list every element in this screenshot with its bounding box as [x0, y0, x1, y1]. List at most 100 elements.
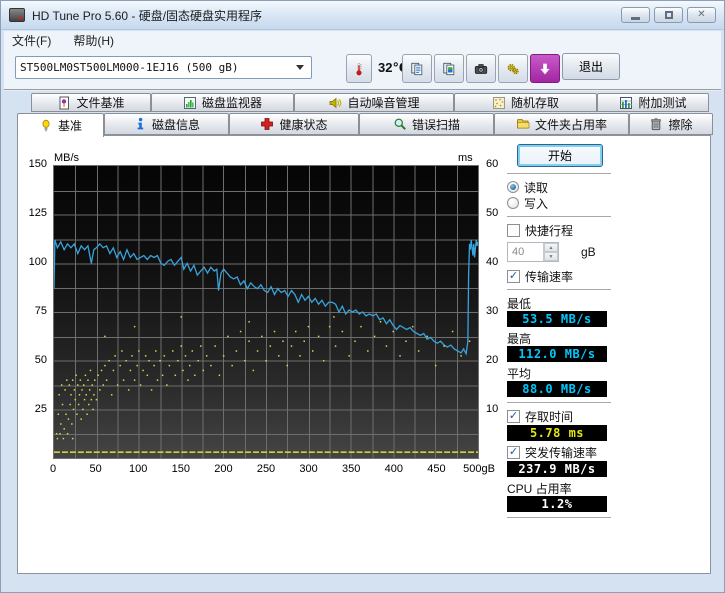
tab-error-scan[interactable]: 错误扫描	[359, 113, 494, 135]
app-icon	[9, 8, 25, 22]
tab-disk-info[interactable]: 磁盘信息	[104, 113, 229, 135]
tab-file-benchmark[interactable]: 文件基准	[31, 93, 151, 112]
tab-label: 文件基准	[76, 94, 124, 111]
x-axis-ticks: 050100150200250300350400450500gB	[53, 463, 479, 477]
window-title: HD Tune Pro 5.60 - 硬盘/固态硬盘实用程序	[32, 7, 262, 24]
window-controls: ✕	[621, 7, 716, 23]
axis-tick-label: 50	[486, 207, 498, 219]
dropdown-arrow-icon	[296, 65, 304, 70]
axis-tick-label: 350	[342, 463, 360, 475]
write-radio[interactable]: 写入	[507, 195, 617, 211]
burst-rate-checkbox[interactable]: ✓ 突发传输速率	[507, 444, 617, 460]
benchmark-bulb-icon	[39, 119, 53, 133]
separator	[507, 173, 611, 174]
axis-tick-label: 60	[486, 158, 498, 170]
checkbox-checked-icon: ✓	[507, 446, 520, 459]
short-stroke-label: 快捷行程	[525, 222, 573, 239]
cpu-usage-display: 1.2%	[507, 496, 607, 512]
axis-tick-label: 200	[214, 463, 232, 475]
drive-select[interactable]: ST500LM0ST500LM000-1EJ16 (500 gB)	[15, 56, 312, 79]
file-benchmark-icon	[57, 96, 71, 110]
screenshot-icon	[474, 62, 488, 76]
exit-button[interactable]: 退出	[562, 53, 620, 80]
read-radio[interactable]: 读取	[507, 179, 617, 195]
transfer-rate-checkbox[interactable]: ✓ 传输速率	[507, 268, 617, 284]
axis-tick-label: 75	[35, 305, 47, 317]
read-radio-label: 读取	[524, 179, 548, 196]
tab-label: 文件夹占用率	[535, 116, 607, 133]
tab-benchmark[interactable]: 基准	[17, 113, 104, 137]
tab-label: 错误扫描	[412, 116, 460, 133]
checkbox-checked-icon: ✓	[507, 270, 520, 283]
close-button[interactable]: ✕	[687, 7, 716, 23]
copy-text-button[interactable]	[402, 54, 432, 83]
tab-aam[interactable]: 自动噪音管理	[294, 93, 454, 112]
restore-icon	[665, 11, 673, 19]
magnifier-icon	[393, 117, 407, 131]
options-icon	[506, 62, 520, 76]
stroke-size-input[interactable]: 40 ▲ ▼	[507, 242, 559, 262]
options-button[interactable]	[498, 54, 528, 83]
access-time-display: 5.78 ms	[507, 425, 607, 441]
checkbox-checked-icon: ✓	[507, 410, 520, 423]
folder-icon	[516, 117, 530, 131]
screenshot-button[interactable]	[466, 54, 496, 83]
update-button[interactable]	[530, 54, 560, 83]
minimize-button[interactable]	[621, 7, 650, 23]
tab-label: 自动噪音管理	[347, 94, 419, 111]
min-speed-display: 53.5 MB/s	[507, 311, 607, 327]
axis-tick-label: 50	[89, 463, 101, 475]
toolbar-buttons	[402, 54, 560, 83]
axis-tick-label: 100	[29, 256, 47, 268]
access-time-checkbox[interactable]: ✓ 存取时间	[507, 408, 617, 424]
left-axis-ticks: 150125100755025	[18, 165, 49, 459]
axis-tick-label: 40	[486, 256, 498, 268]
copy-image-icon	[442, 62, 456, 76]
tab-extra-tests[interactable]: 附加测试	[597, 93, 709, 112]
transfer-rate-label: 传输速率	[525, 268, 573, 285]
disk-monitor-icon	[183, 96, 197, 110]
title-bar: HD Tune Pro 5.60 - 硬盘/固态硬盘实用程序 ✕	[1, 1, 724, 30]
access-time-label: 存取时间	[525, 408, 573, 425]
tab-health[interactable]: 健康状态	[229, 113, 359, 135]
app-window: HD Tune Pro 5.60 - 硬盘/固态硬盘实用程序 ✕ 文件(F) 帮…	[0, 0, 725, 593]
radio-unselected-icon	[507, 197, 519, 209]
info-icon	[133, 117, 147, 131]
tab-disk-monitor[interactable]: 磁盘监视器	[151, 93, 294, 112]
spinner-up-icon[interactable]: ▲	[544, 243, 558, 252]
drive-select-value: ST500LM0ST500LM000-1EJ16 (500 gB)	[20, 61, 239, 74]
max-speed-display: 112.0 MB/s	[507, 346, 607, 362]
tab-erase[interactable]: 擦除	[629, 113, 713, 135]
tab-label: 健康状态	[279, 116, 327, 133]
tab-label: 附加测试	[638, 94, 686, 111]
benchmark-controls: 开始 读取 写入 快捷行程 40 ▲ ▼	[507, 142, 617, 523]
axis-tick-label: 100	[129, 463, 147, 475]
extra-tests-icon	[619, 96, 633, 110]
axis-tick-label: 30	[486, 305, 498, 317]
temperature-button[interactable]	[346, 54, 372, 83]
tab-strip-bottom: 基准 磁盘信息 健康状态 错误扫描 文件夹占用率 擦除	[4, 113, 721, 135]
health-cross-icon	[260, 117, 274, 131]
axis-tick-label: 250	[257, 463, 275, 475]
spinner-down-icon[interactable]: ▼	[544, 252, 558, 261]
short-stroke-checkbox[interactable]: 快捷行程	[507, 222, 617, 238]
checkbox-unchecked-icon	[507, 224, 520, 237]
tab-folder-usage[interactable]: 文件夹占用率	[494, 113, 629, 135]
speaker-icon	[328, 96, 342, 110]
copy-text-icon	[410, 62, 424, 76]
avg-speed-label: 平均	[507, 365, 617, 380]
menu-file[interactable]: 文件(F)	[12, 32, 51, 49]
menu-help[interactable]: 帮助(H)	[73, 32, 114, 49]
tab-label: 基准	[58, 117, 82, 134]
stroke-size-stepper[interactable]: ▲ ▼	[543, 243, 558, 261]
tab-random-access[interactable]: 随机存取	[454, 93, 597, 112]
restore-button[interactable]	[654, 7, 683, 23]
burst-rate-label: 突发传输速率	[525, 444, 597, 461]
stroke-size-unit: gB	[581, 245, 596, 259]
axis-tick-label: 0	[50, 463, 56, 475]
plot-canvas	[54, 166, 478, 458]
tab-label: 磁盘监视器	[202, 94, 262, 111]
benchmark-chart: MB/s ms 150125100755025 605040302010 050…	[18, 150, 518, 480]
start-button[interactable]: 开始	[517, 144, 603, 167]
copy-image-button[interactable]	[434, 54, 464, 83]
